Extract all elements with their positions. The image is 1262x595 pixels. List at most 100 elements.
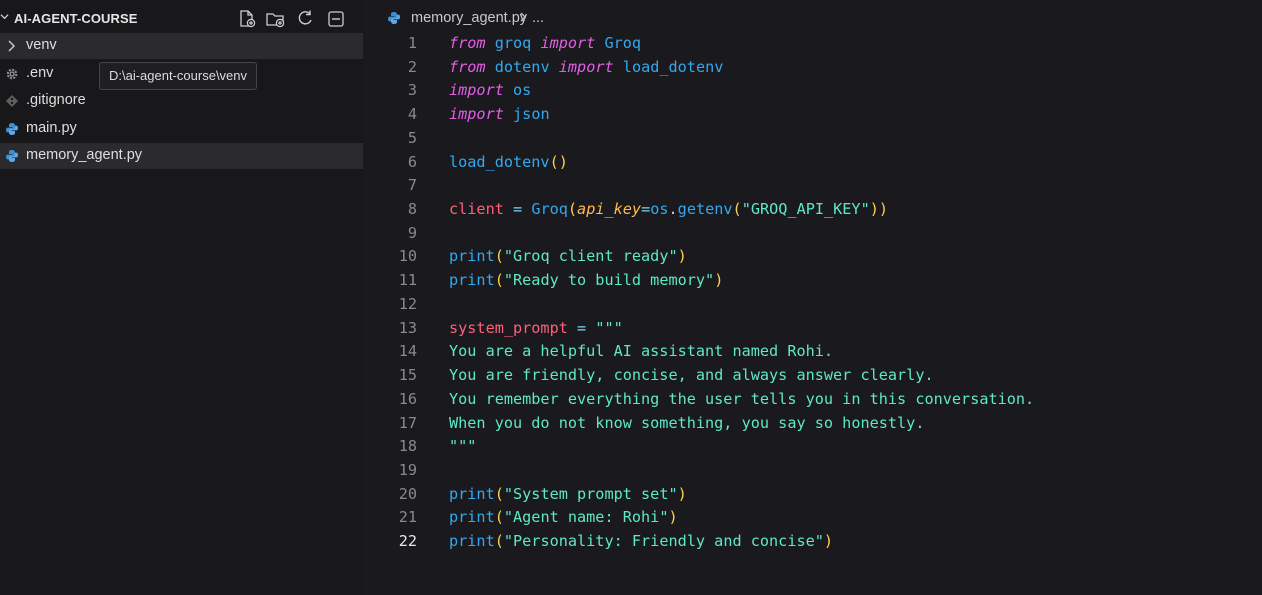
tree-item-label: venv bbox=[26, 37, 57, 53]
code-text: """ bbox=[449, 435, 476, 459]
code-token: "Agent name: Rohi" bbox=[503, 508, 669, 527]
new-file-icon[interactable] bbox=[236, 8, 258, 30]
line-number: 14 bbox=[398, 342, 417, 361]
code-token: from bbox=[449, 34, 486, 52]
collapse-all-icon[interactable] bbox=[325, 8, 347, 30]
code-token: ) bbox=[714, 271, 724, 290]
code-line[interactable]: 12 bbox=[380, 293, 1260, 317]
breadcrumb-more[interactable]: ... bbox=[532, 10, 544, 26]
code-line[interactable]: 22 print("Personality: Friendly and conci… bbox=[380, 530, 1260, 554]
code-line[interactable]: 17 When you do not know something, you sa… bbox=[380, 412, 1260, 436]
code-text: print("Ready to build memory") bbox=[449, 269, 723, 293]
code-line[interactable]: 8 client = Groq(api_key=os.getenv("GROQ_A… bbox=[380, 198, 1260, 222]
git-icon bbox=[5, 94, 19, 108]
code-text: When you do not know something, you say … bbox=[449, 412, 924, 436]
code-token: = bbox=[567, 318, 596, 337]
code-token: dotenv bbox=[494, 57, 550, 76]
code-text: You remember everything the user tells y… bbox=[449, 388, 1034, 412]
code-line[interactable]: 18 """ bbox=[380, 435, 1260, 459]
code-line[interactable]: 13 system_prompt = """ bbox=[380, 317, 1260, 341]
code-text: print("Agent name: Rohi") bbox=[449, 506, 678, 530]
code-token: You remember everything the user tells y… bbox=[449, 389, 1035, 408]
code-line[interactable]: 21 print("Agent name: Rohi") bbox=[380, 506, 1260, 530]
chevron-right-icon bbox=[518, 9, 528, 29]
new-folder-icon[interactable] bbox=[264, 8, 286, 30]
code-text: You are friendly, concise, and always an… bbox=[449, 364, 934, 388]
code-token: """ bbox=[595, 318, 623, 337]
code-token: ( bbox=[494, 271, 504, 290]
chevron-right-icon bbox=[5, 39, 19, 53]
line-number: 9 bbox=[407, 223, 417, 242]
code-line[interactable]: 20 print("System prompt set") bbox=[380, 483, 1260, 507]
line-number: 6 bbox=[407, 152, 417, 171]
code-text: print("Groq client ready") bbox=[449, 245, 687, 269]
code-line[interactable]: 16 You remember everything the user tells… bbox=[380, 388, 1260, 412]
tree-item-main-py[interactable]: main.py bbox=[0, 116, 363, 142]
code-text: import os bbox=[449, 79, 531, 103]
code-editor[interactable]: 1 from groq import Groq 2 from dotenv impor… bbox=[380, 32, 1260, 554]
code-token: api_key bbox=[577, 200, 642, 219]
code-line[interactable]: 2 from dotenv import load_dotenv bbox=[380, 56, 1260, 80]
tree-item-gitignore[interactable]: .gitignore bbox=[0, 88, 363, 114]
code-text: You are a helpful AI assistant named Roh… bbox=[449, 340, 833, 364]
line-number: 4 bbox=[407, 105, 417, 124]
code-token: "System prompt set" bbox=[503, 484, 678, 503]
code-token: ) bbox=[677, 247, 687, 266]
explorer-sidebar: AI-AGENT-COURSE venv .env .gitignore mai… bbox=[0, 0, 363, 595]
code-line[interactable]: 15 You are friendly, concise, and always … bbox=[380, 364, 1260, 388]
code-line[interactable]: 5 bbox=[380, 127, 1260, 151]
code-token: Groq bbox=[531, 200, 568, 219]
explorer-header[interactable]: AI-AGENT-COURSE bbox=[0, 6, 363, 32]
code-token: () bbox=[549, 152, 568, 171]
code-token: print bbox=[449, 271, 495, 290]
line-number: 22 bbox=[398, 532, 417, 551]
chevron-down-icon[interactable] bbox=[0, 10, 9, 24]
code-line[interactable]: 19 bbox=[380, 459, 1260, 483]
python-icon bbox=[5, 149, 19, 163]
tree-item-label: main.py bbox=[26, 120, 77, 136]
line-number: 17 bbox=[398, 413, 417, 432]
code-token: . bbox=[668, 200, 678, 219]
code-token: import bbox=[449, 81, 504, 100]
code-token: ( bbox=[494, 532, 504, 551]
code-line[interactable]: 6 load_dotenv() bbox=[380, 151, 1260, 175]
tree-item-venv[interactable]: venv bbox=[0, 33, 363, 59]
code-line[interactable]: 4 import json bbox=[380, 103, 1260, 127]
breadcrumb-file[interactable]: memory_agent.py bbox=[411, 10, 527, 26]
explorer-title: AI-AGENT-COURSE bbox=[14, 11, 138, 26]
code-token: You are friendly, concise, and always an… bbox=[449, 366, 934, 385]
code-line[interactable]: 10 print("Groq client ready") bbox=[380, 245, 1260, 269]
path-tooltip: D:\ai-agent-course\venv bbox=[99, 62, 258, 90]
code-token: "Personality: Friendly and concise" bbox=[503, 532, 824, 551]
code-token: json bbox=[513, 105, 550, 124]
line-number: 21 bbox=[398, 508, 417, 527]
refresh-icon[interactable] bbox=[294, 8, 316, 30]
gear-icon bbox=[5, 67, 19, 81]
code-token: ) bbox=[668, 508, 678, 527]
code-line[interactable]: 11 print("Ready to build memory") bbox=[380, 269, 1260, 293]
code-token: import bbox=[540, 34, 596, 52]
line-number: 12 bbox=[398, 294, 417, 313]
code-token: When you do not know something, you say … bbox=[449, 413, 925, 432]
code-line[interactable]: 1 from groq import Groq bbox=[380, 32, 1260, 56]
code-line[interactable]: 3 import os bbox=[380, 79, 1260, 103]
code-line[interactable]: 7 bbox=[380, 174, 1260, 198]
code-text: print("System prompt set") bbox=[449, 483, 687, 507]
code-line[interactable]: 9 bbox=[380, 222, 1260, 246]
code-token: ( bbox=[494, 508, 504, 527]
code-text: import json bbox=[449, 103, 550, 127]
code-token: ( bbox=[732, 200, 742, 219]
code-token: print bbox=[449, 532, 495, 551]
line-number: 20 bbox=[398, 484, 417, 503]
tree-item-label: .gitignore bbox=[26, 92, 86, 108]
line-number: 11 bbox=[398, 271, 417, 290]
code-token: load_dotenv bbox=[449, 152, 550, 171]
code-token: """ bbox=[449, 437, 477, 456]
tree-item-memory-agent-py[interactable]: memory_agent.py bbox=[0, 143, 363, 169]
line-number: 1 bbox=[407, 34, 417, 52]
line-number: 15 bbox=[398, 366, 417, 385]
code-line[interactable]: 14 You are a helpful AI assistant named R… bbox=[380, 340, 1260, 364]
